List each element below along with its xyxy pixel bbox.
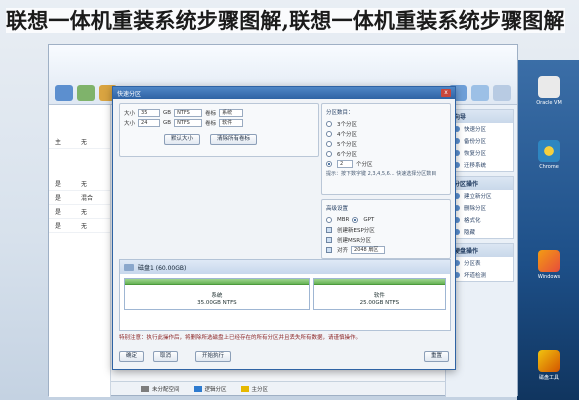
list-item[interactable]: 是混合 [49, 191, 110, 205]
partition-bars: 系统 35.00GB NTFS 软件 25.00GB NTFS [120, 274, 450, 314]
msr-checkbox[interactable] [326, 237, 332, 243]
param-row: 大小 24 GB NTFS 卷标 软件 [124, 118, 314, 128]
radio[interactable] [326, 141, 332, 147]
menu-item[interactable]: 建立新分区 [450, 190, 513, 202]
menu-item[interactable]: 隐藏 [450, 226, 513, 238]
advanced-group: 高级设置 MBR GPT 创建新ESP分区 创建MSR分区 对齐 2048 扇区 [321, 199, 451, 259]
params-group: 大小 35 GB NTFS 卷标 系统 大小 24 GB NTFS 卷标 软件 … [119, 103, 319, 157]
param-row: 大小 35 GB NTFS 卷标 系统 [124, 108, 314, 118]
count-option[interactable]: 6个分区 [326, 149, 446, 159]
default-size-button[interactable]: 默认大小 [164, 133, 201, 145]
hard-disk-icon [124, 263, 134, 271]
dialog-buttons: 确定 取消 开始执行 重置 [113, 351, 455, 363]
execute-button[interactable]: 开始执行 [195, 351, 232, 362]
legend-primary: 主分区 [240, 385, 268, 393]
align-row[interactable]: 对齐 2048 扇区 [326, 245, 446, 255]
count-custom[interactable]: 2 个分区 [326, 159, 446, 169]
windows-icon [538, 250, 560, 272]
esp-row[interactable]: 创建新ESP分区 [326, 225, 446, 235]
gpt-radio[interactable] [352, 217, 359, 223]
desktop-icon[interactable]: Chrome [523, 140, 575, 170]
esp-checkbox[interactable] [326, 227, 332, 233]
disk-ops-section: 硬盘操作 分区表 坏道检测 [449, 243, 514, 282]
partition-params: 大小 35 GB NTFS 卷标 系统 大小 24 GB NTFS 卷标 软件 … [119, 103, 319, 243]
chrome-icon [538, 140, 560, 162]
desktop-icon[interactable]: Oracle VM [523, 76, 575, 106]
volume-label-input[interactable]: 软件 [219, 119, 244, 127]
radio[interactable] [326, 121, 332, 127]
partition-block[interactable]: 软件 25.00GB NTFS [312, 278, 446, 310]
menu-item[interactable]: 坏道检测 [450, 269, 513, 281]
disk-header: 磁盘1 (60.00GB) [120, 260, 450, 274]
reset-button[interactable]: 重置 [423, 351, 449, 362]
warning-text: 特别注意：执行此操作后，将删除所选磁盘上已经存在的所有分区并且丢失所有数据，请谨… [119, 335, 362, 341]
partition-block[interactable]: 系统 35.00GB NTFS [124, 278, 310, 310]
align-checkbox[interactable] [326, 247, 332, 253]
hint-text: 提示：按下数字键 2,3,4,5,6... 快速选择分区数目 [326, 171, 437, 177]
size-input[interactable]: 24 [138, 119, 161, 127]
partition-ops-section: 分区操作 建立新分区 删除分区 格式化 隐藏 [449, 176, 514, 239]
radio-selected[interactable] [326, 161, 332, 167]
count-option[interactable]: 5个分区 [326, 139, 446, 149]
param-buttons: 默认大小 清除所有卷标 [124, 133, 314, 145]
page-title: 联想一体机重装系统步骤图解,联想一体机重装系统步骤图解 [6, 8, 565, 33]
restore-icon[interactable] [471, 85, 489, 101]
list-item[interactable]: 主无 [49, 135, 110, 149]
menu-item[interactable]: 迁移系统 [450, 159, 513, 171]
menu-item[interactable]: 恢复分区 [450, 147, 513, 159]
desktop-icon[interactable]: Windows [523, 250, 575, 280]
legend-bar: 未分配空间 逻辑分区 主分区 [111, 381, 445, 395]
desktop-icon-strip: Oracle VM Chrome Windows 磁盘工具 [517, 60, 579, 400]
clear-labels-button[interactable]: 清除所有卷标 [210, 133, 258, 145]
quick-partition-dialog: 快速分区 x 大小 35 GB NTFS 卷标 系统 大小 24 GB NTFS… [112, 86, 456, 370]
align-select[interactable]: 2048 扇区 [351, 246, 386, 254]
wizard-section: 向导 快速分区 备份分区 恢复分区 迁移系统 [449, 109, 514, 172]
radio[interactable] [326, 151, 332, 157]
app-icon [538, 76, 560, 98]
disk-map: 磁盘1 (60.00GB) 系统 35.00GB NTFS 软件 25.00GB N… [119, 259, 451, 331]
help-icon[interactable] [493, 85, 511, 101]
radio[interactable] [326, 131, 332, 137]
fs-select[interactable]: NTFS [174, 119, 203, 127]
dialog-titlebar: 快速分区 x [113, 87, 455, 99]
list-item[interactable]: 是无 [49, 219, 110, 233]
save-icon[interactable] [55, 85, 73, 101]
ok-button[interactable]: 确定 [119, 351, 145, 362]
table-type-row: MBR GPT [326, 215, 446, 225]
partition-list: 主无 是无 是混合 是无 是无 [49, 105, 111, 397]
desktop-icon[interactable]: 磁盘工具 [523, 350, 575, 381]
count-select[interactable]: 2 [337, 160, 353, 168]
cancel-button[interactable]: 取消 [153, 351, 179, 362]
menu-item[interactable]: 格式化 [450, 214, 513, 226]
count-option[interactable]: 3个分区 [326, 119, 446, 129]
undo-icon[interactable] [77, 85, 95, 101]
list-item[interactable]: 是无 [49, 205, 110, 219]
msr-row[interactable]: 创建MSR分区 [326, 235, 446, 245]
volume-label-input[interactable]: 系统 [219, 109, 244, 117]
close-button[interactable]: x [441, 89, 451, 97]
disk-tool-icon [538, 350, 560, 372]
partition-count-group: 分区数目： 3个分区 4个分区 5个分区 6个分区 2 个分区 提示：按下数字键 … [321, 103, 451, 195]
fs-select[interactable]: NTFS [174, 109, 203, 117]
menu-item[interactable]: 快速分区 [450, 123, 513, 135]
menu-item[interactable]: 备份分区 [450, 135, 513, 147]
list-item[interactable]: 是无 [49, 177, 110, 191]
mbr-radio[interactable] [326, 217, 332, 223]
menu-item[interactable]: 删除分区 [450, 202, 513, 214]
size-input[interactable]: 35 [138, 109, 161, 117]
count-option[interactable]: 4个分区 [326, 129, 446, 139]
menu-item[interactable]: 分区表 [450, 257, 513, 269]
legend-logical: 逻辑分区 [193, 385, 227, 393]
legend-unallocated: 未分配空间 [141, 385, 180, 393]
